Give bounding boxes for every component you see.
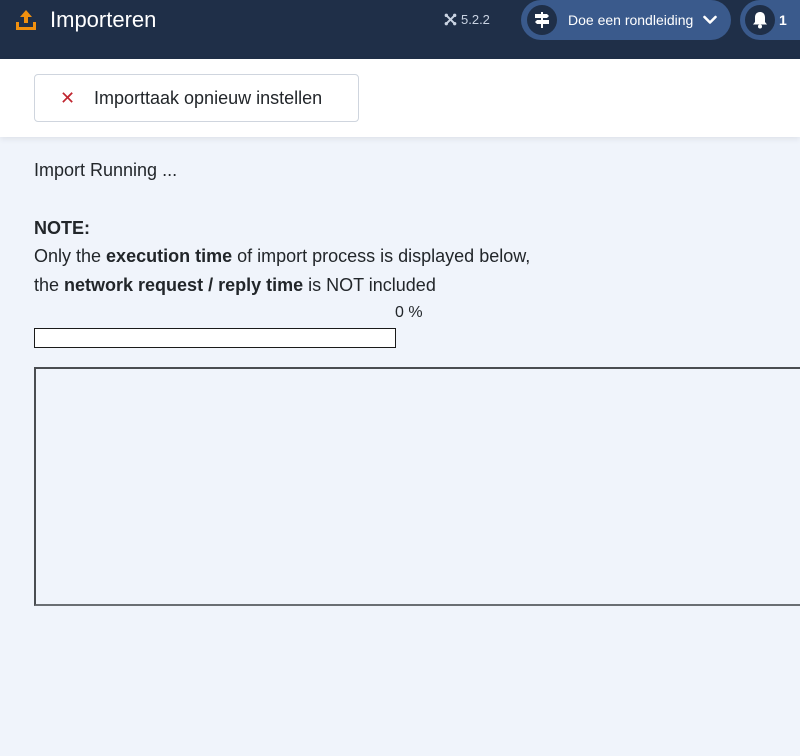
chevron-down-icon bbox=[703, 15, 718, 24]
import-log-area[interactable] bbox=[34, 367, 800, 606]
close-icon: ✕ bbox=[60, 87, 76, 108]
reset-import-label: Importtaak opnieuw instellen bbox=[94, 87, 323, 108]
bell-icon bbox=[753, 12, 767, 29]
toolbar: ✕ Importtaak opnieuw instellen bbox=[0, 59, 800, 137]
note-heading: NOTE: bbox=[34, 218, 90, 238]
guided-tour-label: Doe een rondleiding bbox=[568, 12, 694, 28]
note-line-2-pre: the bbox=[34, 275, 65, 295]
note-line-2-bold: network request / reply time bbox=[64, 275, 304, 295]
reset-import-button[interactable]: ✕ Importtaak opnieuw instellen bbox=[34, 74, 359, 122]
progress-bar bbox=[34, 328, 396, 348]
note-line-2: the network request / reply time is NOT … bbox=[34, 275, 436, 296]
guided-tour-button[interactable]: Doe een rondleiding bbox=[521, 0, 731, 40]
signpost-icon-wrap bbox=[527, 5, 557, 35]
version-info: 5.2.2 bbox=[444, 10, 490, 28]
upload-icon bbox=[16, 10, 36, 30]
note-line-1-bold: execution time bbox=[106, 246, 233, 266]
notification-count-badge: 1 bbox=[779, 12, 787, 28]
note-line-1-pre: Only the bbox=[34, 246, 107, 266]
progress-percent: 0 % bbox=[395, 304, 423, 321]
import-status-text: Import Running ... bbox=[34, 160, 178, 180]
notifications-button[interactable]: 1 bbox=[740, 0, 800, 40]
version-number: 5.2.2 bbox=[461, 11, 490, 27]
header-title-group: Importeren bbox=[14, 7, 156, 33]
joomla-icon bbox=[444, 13, 457, 25]
bell-icon-wrap bbox=[745, 5, 775, 35]
signpost-icon bbox=[535, 12, 549, 28]
app-header: Importeren 5.2.2 Doe een rondleiding 1 bbox=[0, 0, 800, 59]
note-line-1: Only the execution time of import proces… bbox=[34, 246, 530, 267]
page-title: Importeren bbox=[50, 7, 157, 32]
note-line-2-post: is NOT included bbox=[303, 275, 436, 295]
note-line-1-post: of import process is displayed below, bbox=[232, 246, 531, 266]
